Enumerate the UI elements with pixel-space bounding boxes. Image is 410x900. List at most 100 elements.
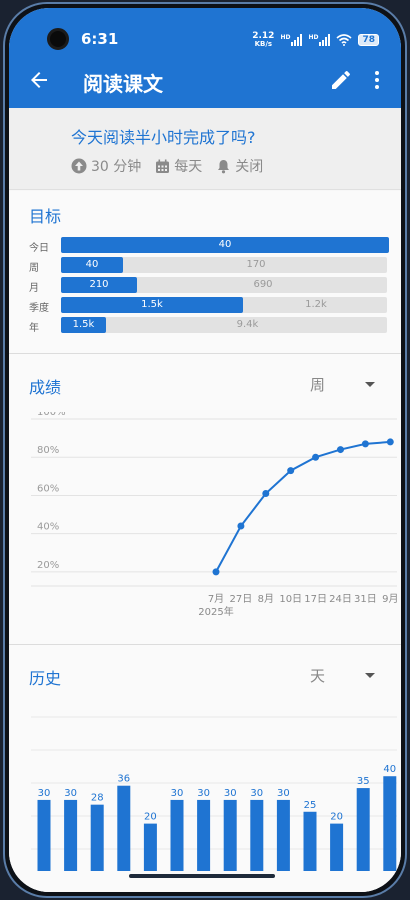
history-bar-label: 30 [171,788,184,799]
top-bar: 6:31 2.12 KB/s HD HD 78 阅读课文 [9,8,401,108]
target-row-done: 1.5k [72,319,95,330]
network-speed: 2.12 KB/s [252,31,275,49]
history-bar [303,811,317,871]
target-row-label: 周 [29,263,39,274]
history-bar-chart: 30 30 28 36 20 30 30 30 30 30 25 20 35 40 [31,716,397,871]
signal-2: HD [308,34,331,46]
history-bar [117,785,131,871]
history-bar-label: 25 [304,800,317,811]
target-row-remaining: 1.2k [305,299,327,310]
more-vert-icon[interactable] [365,68,389,92]
x-tick-label: 31日 [354,594,377,605]
x-tick-label: 27日 [230,594,253,605]
status-bar: 6:31 2.12 KB/s HD HD 78 [9,8,401,50]
habit-question: 今天阅读半小时完成了吗? [71,128,256,147]
x-tick-label: 17日 [304,594,327,605]
x-tick-label: 9月 [382,593,398,605]
score-point [237,522,245,530]
y-tick-label: 40% [37,522,59,533]
target-row-track: 40 170 [61,257,387,273]
history-bar-label: 30 [224,788,237,799]
calendar-icon [156,159,170,173]
history-bar-label: 30 [64,788,77,799]
wifi-icon [336,34,352,46]
gesture-nav-bar[interactable] [129,874,275,878]
target-row-done: 1.5k [141,299,163,310]
y-tick-label: 100% [37,412,66,418]
score-point [287,467,295,475]
target-row-done: 40 [218,239,232,250]
history-bar [250,799,264,871]
target-row: 周 40 170 [29,257,387,274]
history-bar-label: 30 [277,788,290,799]
target-row-remaining: 170 [246,259,266,270]
target-row-done: 40 [85,259,99,270]
history-bar-label: 30 [38,788,51,799]
frequency-info: 每天 [155,156,202,176]
y-tick-label: 60% [37,483,59,494]
chevron-down-icon [365,382,375,387]
score-period-dropdown[interactable]: 周 [310,374,375,395]
history-bar [197,799,211,871]
score-section: 成绩 周 100% 80% 60% 40% 20% 7月 27日 8月 10日 17日 24日 31日… [9,354,401,644]
history-bar [64,799,78,871]
x-year-label: 2025年 [198,605,233,618]
target-row: 年 1.5k 9.4k [29,317,387,334]
history-period-value: 天 [309,667,325,685]
arrow-left-icon[interactable] [27,68,51,92]
habit-header: 今天阅读半小时完成了吗? 30 分钟 每天 关闭 [9,108,401,190]
history-section: 历史 天 30 30 28 36 20 30 30 30 30 30 25 20 35 40 [9,645,401,892]
score-line [215,440,391,573]
history-bar [276,799,290,871]
target-row-track: 1.5k 1.2k [61,297,387,313]
history-period-dropdown[interactable]: 天 [310,665,375,686]
y-tick-label: 80% [37,445,59,456]
history-bar [330,823,344,871]
score-period-value: 周 [309,376,325,394]
target-info: 30 分钟 [71,156,141,176]
history-bar-label: 20 [330,812,343,823]
pencil-icon[interactable] [329,68,353,92]
target-row-label: 季度 [29,303,49,314]
target-row-remaining: 9.4k [236,319,259,330]
phone-frame: 6:31 2.12 KB/s HD HD 78 阅读课文 今天阅读半小时完成了吗… [3,2,407,898]
history-bar-label: 35 [357,776,370,787]
history-bar-label: 30 [197,788,210,799]
score-point [361,440,369,448]
x-tick-label: 7月 [208,593,224,605]
target-row-remaining: 690 [253,279,273,290]
front-camera [47,28,69,50]
score-point [312,453,320,461]
signal-bars-icon [291,34,303,46]
status-icons: 2.12 KB/s HD HD 78 [252,32,379,48]
status-time: 6:31 [81,30,119,48]
x-tick-label: 24日 [329,594,352,605]
history-bar-label: 36 [117,774,130,785]
screen: 6:31 2.12 KB/s HD HD 78 阅读课文 今天阅读半小时完成了吗… [9,8,401,892]
target-row-label: 年 [29,323,39,334]
x-tick-label: 8月 [258,593,274,605]
history-bar [90,804,104,871]
target-row: 季度 1.5k 1.2k [29,297,387,314]
reminder-info: 关闭 [216,156,263,176]
target-row: 月 210 690 [29,277,387,294]
x-tick-label: 10日 [279,594,302,605]
history-bar [223,799,237,871]
y-tick-label: 20% [37,560,59,571]
target-row: 今日 40 [29,237,389,254]
score-point [212,568,220,576]
app-bar: 阅读课文 [9,56,401,108]
target-row-label: 今日 [29,243,49,254]
history-bar [143,823,157,871]
battery-icon: 78 [358,34,379,46]
score-point [386,438,394,446]
history-bar [37,799,51,871]
history-bar [383,776,397,871]
target-row-track: 40 [61,237,389,253]
history-bar-label: 20 [144,812,157,823]
bell-icon [218,159,230,173]
history-title: 历史 [29,669,62,688]
score-line-chart: 100% 80% 60% 40% 20% 7月 27日 8月 10日 17日 24日 31日 9月 202… [31,412,398,618]
chevron-down-icon [365,673,375,678]
history-bar [170,799,184,871]
